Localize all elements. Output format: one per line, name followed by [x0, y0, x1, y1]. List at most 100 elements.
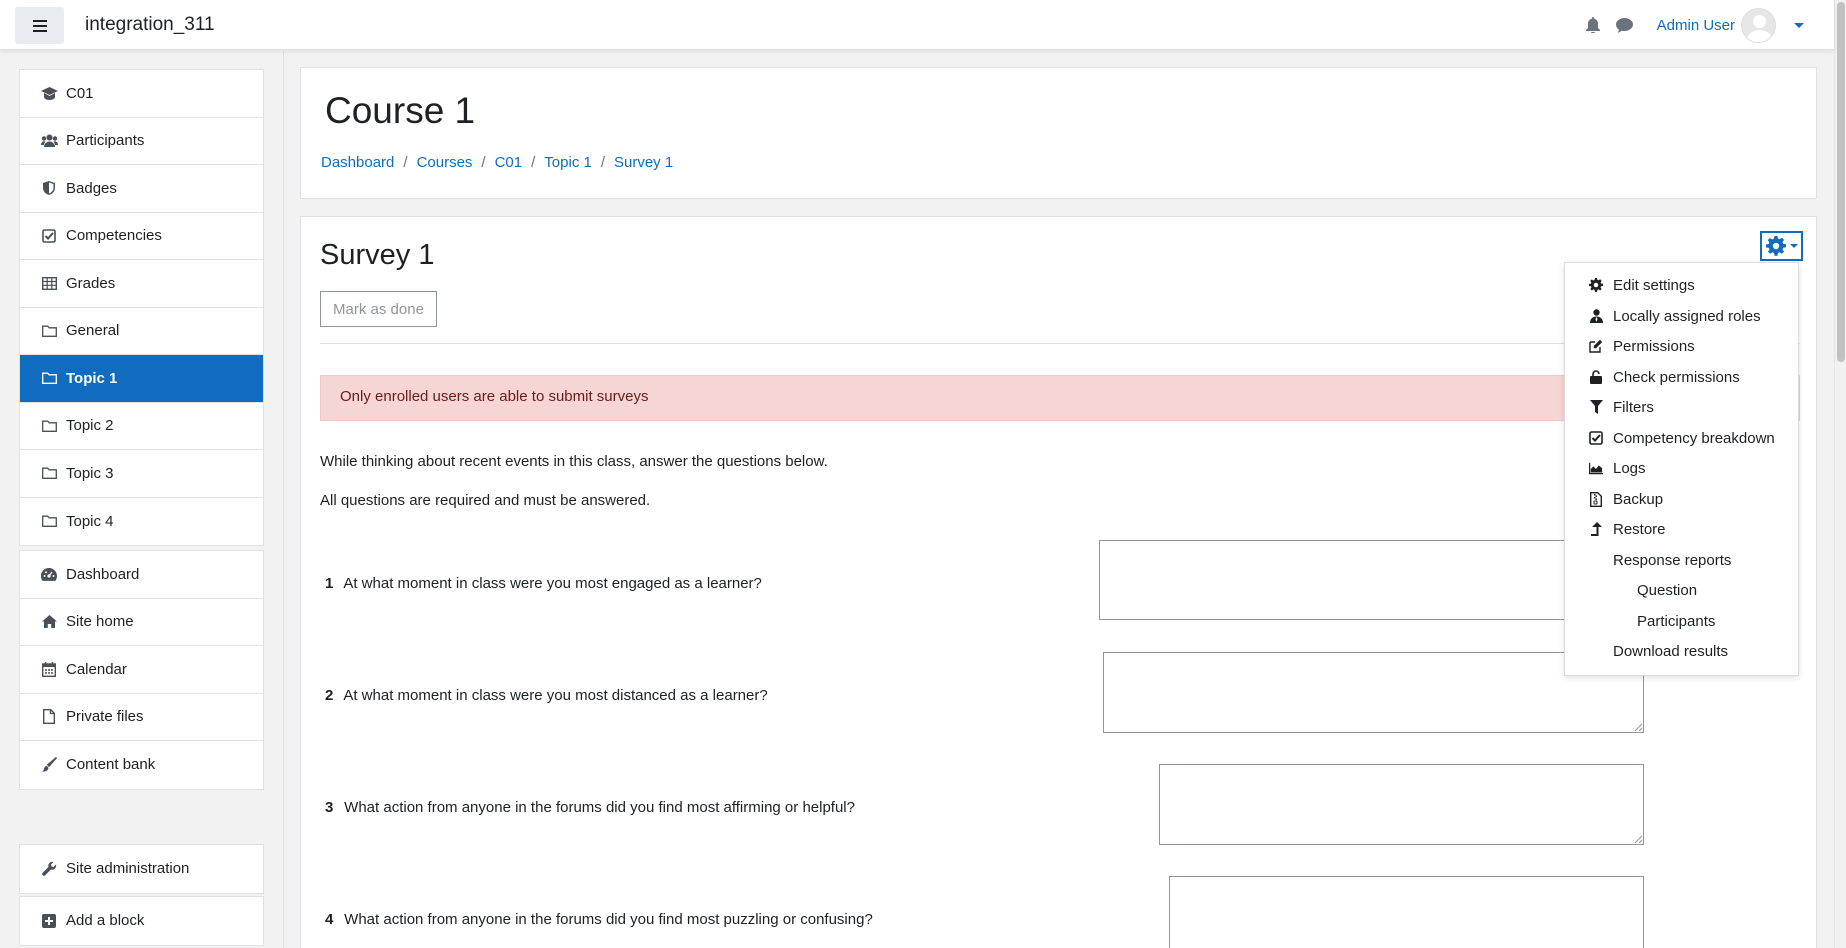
menu-item-question[interactable]: Question — [1565, 575, 1798, 605]
answer-textarea[interactable] — [1103, 652, 1644, 733]
question-4: 4 What action from anyone in the forums … — [320, 911, 873, 928]
question-text: At what moment in class were you most di… — [343, 687, 768, 704]
page-scrollbar[interactable] — [1834, 0, 1846, 948]
menu-item-logs[interactable]: Logs — [1565, 453, 1798, 483]
intro-text: While thinking about recent events in th… — [320, 453, 828, 470]
folder-icon — [40, 465, 58, 481]
sidebar-item-badges[interactable]: Badges — [20, 165, 263, 213]
add-a-block-button[interactable]: Add a block — [20, 897, 263, 945]
answer-textarea[interactable] — [1099, 540, 1643, 620]
breadcrumb-c01[interactable]: C01 — [495, 154, 523, 171]
unlock-icon — [1589, 370, 1603, 384]
folder-icon — [40, 370, 58, 386]
chat-icon[interactable] — [1613, 13, 1637, 37]
file-archive-icon — [1589, 491, 1603, 507]
sidebar-item-c01[interactable]: C01 — [20, 70, 263, 118]
sidebar-item-participants[interactable]: Participants — [20, 118, 263, 165]
gear-icon — [1589, 278, 1603, 292]
admin-nav-group: Site administration — [19, 844, 264, 894]
sidebar-item-calendar[interactable]: Calendar — [20, 646, 263, 694]
gear-icon — [1765, 236, 1786, 256]
menu-item-restore[interactable]: Restore — [1565, 514, 1798, 544]
folder-icon — [40, 323, 58, 339]
breadcrumb-topic-1[interactable]: Topic 1 — [544, 154, 592, 171]
paint-brush-icon — [40, 757, 58, 773]
site-name-link[interactable]: integration_311 — [85, 14, 215, 36]
sidebar-item-label: Badges — [66, 179, 117, 197]
answer-textarea[interactable] — [1169, 876, 1644, 948]
sidebar-item-label: Private files — [66, 708, 144, 726]
check-square-icon — [40, 228, 58, 244]
shield-icon — [40, 180, 58, 196]
scrollbar-thumb[interactable] — [1837, 2, 1845, 362]
breadcrumb-dashboard[interactable]: Dashboard — [321, 154, 394, 171]
edit-icon — [1589, 339, 1603, 353]
sidebar-item-label: Participants — [66, 132, 145, 150]
resize-handle-icon[interactable] — [1634, 835, 1642, 843]
breadcrumb-separator: / — [481, 154, 486, 171]
sidebar-item-topic-1[interactable]: Topic 1 — [20, 355, 263, 403]
menu-item-label: Backup — [1613, 490, 1664, 508]
sidebar-item-label: Content bank — [66, 756, 156, 774]
sidebar-item-content-bank[interactable]: Content bank — [20, 741, 263, 789]
sidebar-item-label: Site home — [66, 613, 134, 631]
actions-menu-button[interactable] — [1760, 231, 1803, 261]
file-icon — [40, 709, 58, 725]
bell-icon[interactable] — [1581, 13, 1605, 37]
breadcrumb-courses[interactable]: Courses — [417, 154, 473, 171]
sidebar-item-site-administration[interactable]: Site administration — [20, 845, 263, 893]
user-menu-caret-icon[interactable] — [1794, 22, 1804, 28]
menu-item-label: Permissions — [1613, 337, 1695, 355]
folder-icon — [40, 418, 58, 434]
dashboard-icon — [40, 566, 58, 582]
area-chart-icon — [1589, 461, 1603, 475]
menu-item-label: Restore — [1613, 520, 1666, 538]
menu-toggle-button[interactable] — [15, 7, 64, 44]
chevron-down-icon — [1789, 244, 1798, 248]
menu-item-check-permissions[interactable]: Check permissions — [1565, 362, 1798, 392]
menu-item-backup[interactable]: Backup — [1565, 484, 1798, 514]
breadcrumb: Dashboard / Courses / C01 / Topic 1 / Su… — [321, 154, 673, 171]
avatar[interactable] — [1741, 7, 1776, 43]
sidebar-item-site-home[interactable]: Site home — [20, 599, 263, 646]
hamburger-icon — [32, 19, 47, 32]
sidebar-item-general[interactable]: General — [20, 308, 263, 355]
folder-icon — [40, 513, 58, 529]
sidebar-item-topic-4[interactable]: Topic 4 — [20, 498, 263, 546]
mark-as-done-button[interactable]: Mark as done — [320, 291, 437, 327]
graduation-cap-icon — [40, 85, 58, 101]
menu-item-participants[interactable]: Participants — [1565, 606, 1798, 636]
add-block-group: Add a block — [19, 896, 264, 946]
menu-item-locally-assigned-roles[interactable]: Locally assigned roles — [1565, 301, 1798, 331]
user-name[interactable]: Admin User — [1657, 17, 1735, 34]
menu-item-competency-breakdown[interactable]: Competency breakdown — [1565, 423, 1798, 453]
sidebar-item-label: Site administration — [66, 860, 190, 878]
breadcrumb-survey-1[interactable]: Survey 1 — [614, 154, 673, 171]
menu-item-label: Locally assigned roles — [1613, 307, 1761, 325]
menu-item-edit-settings[interactable]: Edit settings — [1565, 270, 1798, 300]
question-number: 1 — [325, 575, 334, 592]
table-icon — [40, 275, 58, 291]
menu-item-response-reports[interactable]: Response reports — [1565, 545, 1798, 575]
sidebar-item-dashboard[interactable]: Dashboard — [20, 551, 263, 599]
sidebar-item-grades[interactable]: Grades — [20, 260, 263, 308]
sidebar-item-topic-2[interactable]: Topic 2 — [20, 403, 263, 450]
site-nav-group: Dashboard Site home Calendar Private fil… — [19, 550, 264, 790]
activity-title: Survey 1 — [320, 239, 435, 271]
plus-square-icon — [40, 913, 58, 929]
home-icon — [40, 614, 58, 630]
sidebar-item-private-files[interactable]: Private files — [20, 694, 263, 741]
menu-item-filters[interactable]: Filters — [1565, 392, 1798, 422]
sidebar-item-label: C01 — [66, 84, 94, 102]
menu-item-label: Response reports — [1613, 551, 1732, 569]
resize-handle-icon[interactable] — [1634, 723, 1642, 731]
sidebar-item-topic-3[interactable]: Topic 3 — [20, 450, 263, 498]
sidebar-item-label: Dashboard — [66, 565, 140, 583]
answer-textarea[interactable] — [1159, 764, 1644, 845]
menu-item-download-results[interactable]: Download results — [1565, 636, 1798, 666]
sidebar-item-competencies[interactable]: Competencies — [20, 213, 263, 260]
menu-item-permissions[interactable]: Permissions — [1565, 331, 1798, 361]
sidebar-item-label: Topic 2 — [66, 417, 114, 435]
breadcrumb-separator: / — [531, 154, 536, 171]
question-number: 4 — [325, 911, 334, 928]
